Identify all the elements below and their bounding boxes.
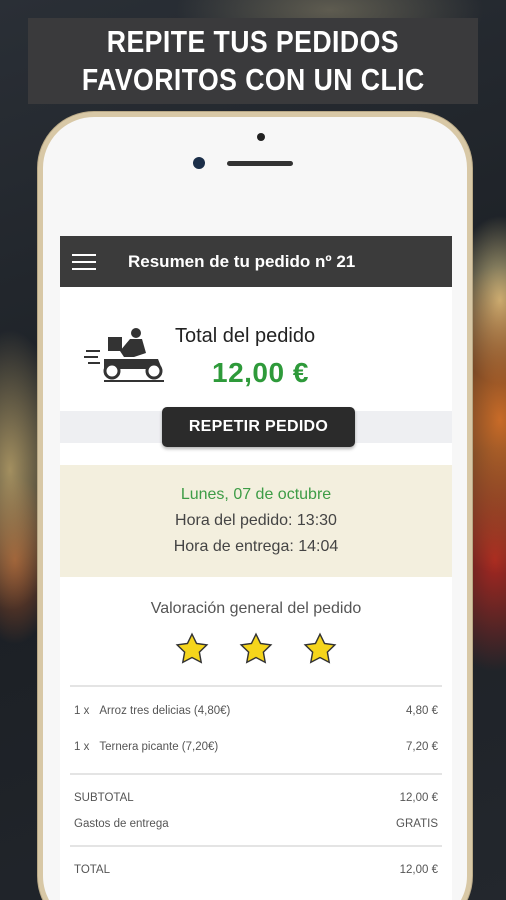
total-value: 12,00 € bbox=[212, 357, 309, 388]
repeat-band: REPETIR PEDIDO bbox=[60, 407, 452, 447]
item-name: Ternera picante (7,20€) bbox=[99, 741, 219, 753]
order-date: Lunes, 07 de octubre bbox=[180, 486, 332, 503]
delivery-cost-row: Gastos de entrega GRATIS bbox=[70, 811, 442, 837]
order-details: Lunes, 07 de octubre Hora del pedido: 13… bbox=[60, 465, 452, 577]
total-label: Total del pedido bbox=[175, 325, 316, 347]
hamburger-menu-icon[interactable] bbox=[60, 236, 108, 287]
order-time: Hora del pedido: 13:30 bbox=[175, 512, 337, 529]
item-price: 7,20 € bbox=[406, 741, 438, 753]
item-price: 4,80 € bbox=[406, 705, 438, 717]
order-rating: Valoración general del pedido bbox=[60, 577, 452, 685]
star-icon[interactable] bbox=[239, 632, 273, 671]
star-icon[interactable] bbox=[175, 632, 209, 671]
promo-headline: REPITE TUS PEDIDOS FAVORITOS CON UN CLIC bbox=[28, 18, 478, 104]
delivery-cost-value: GRATIS bbox=[396, 818, 438, 830]
app-bar: Resumen de tu pedido nº 21 bbox=[60, 236, 452, 287]
subtotal-label: SUBTOTAL bbox=[74, 792, 134, 804]
list-item: 1 x Ternera picante (7,20€) 7,20 € bbox=[70, 729, 442, 765]
star-rating[interactable] bbox=[175, 632, 337, 671]
item-qty: 1 x bbox=[74, 705, 90, 717]
headline-line-1: REPITE TUS PEDIDOS bbox=[106, 24, 400, 59]
delivery-time: Hora de entrega: 14:04 bbox=[173, 538, 339, 555]
grand-total-value: 12,00 € bbox=[399, 864, 438, 876]
list-item: 1 x Arroz tres delicias (4,80€) 4,80 € bbox=[70, 693, 442, 729]
grand-total-label: TOTAL bbox=[74, 864, 110, 876]
total-row: TOTAL 12,00 € bbox=[70, 857, 442, 883]
star-icon[interactable] bbox=[303, 632, 337, 671]
page-title: Resumen de tu pedido nº 21 bbox=[128, 251, 356, 271]
order-items: 1 x Arroz tres delicias (4,80€) 4,80 € 1 … bbox=[70, 685, 442, 883]
headline-line-2: FAVORITOS CON UN CLIC bbox=[81, 62, 425, 97]
phone-speaker bbox=[227, 161, 293, 166]
app-screen: Resumen de tu pedido nº 21 Total del ped… bbox=[60, 236, 452, 900]
phone-sensor bbox=[257, 133, 265, 141]
phone-camera bbox=[193, 157, 205, 169]
order-summary: Total del pedido 12,00 € bbox=[60, 287, 452, 411]
rating-label: Valoración general del pedido bbox=[150, 600, 362, 617]
item-qty: 1 x bbox=[74, 741, 90, 753]
delivery-scooter-icon bbox=[84, 328, 164, 382]
repeat-order-button[interactable]: REPETIR PEDIDO bbox=[162, 407, 355, 447]
subtotal-row: SUBTOTAL 12,00 € bbox=[70, 785, 442, 811]
subtotal-value: 12,00 € bbox=[399, 792, 438, 804]
delivery-cost-label: Gastos de entrega bbox=[74, 818, 169, 830]
item-name: Arroz tres delicias (4,80€) bbox=[99, 705, 231, 717]
